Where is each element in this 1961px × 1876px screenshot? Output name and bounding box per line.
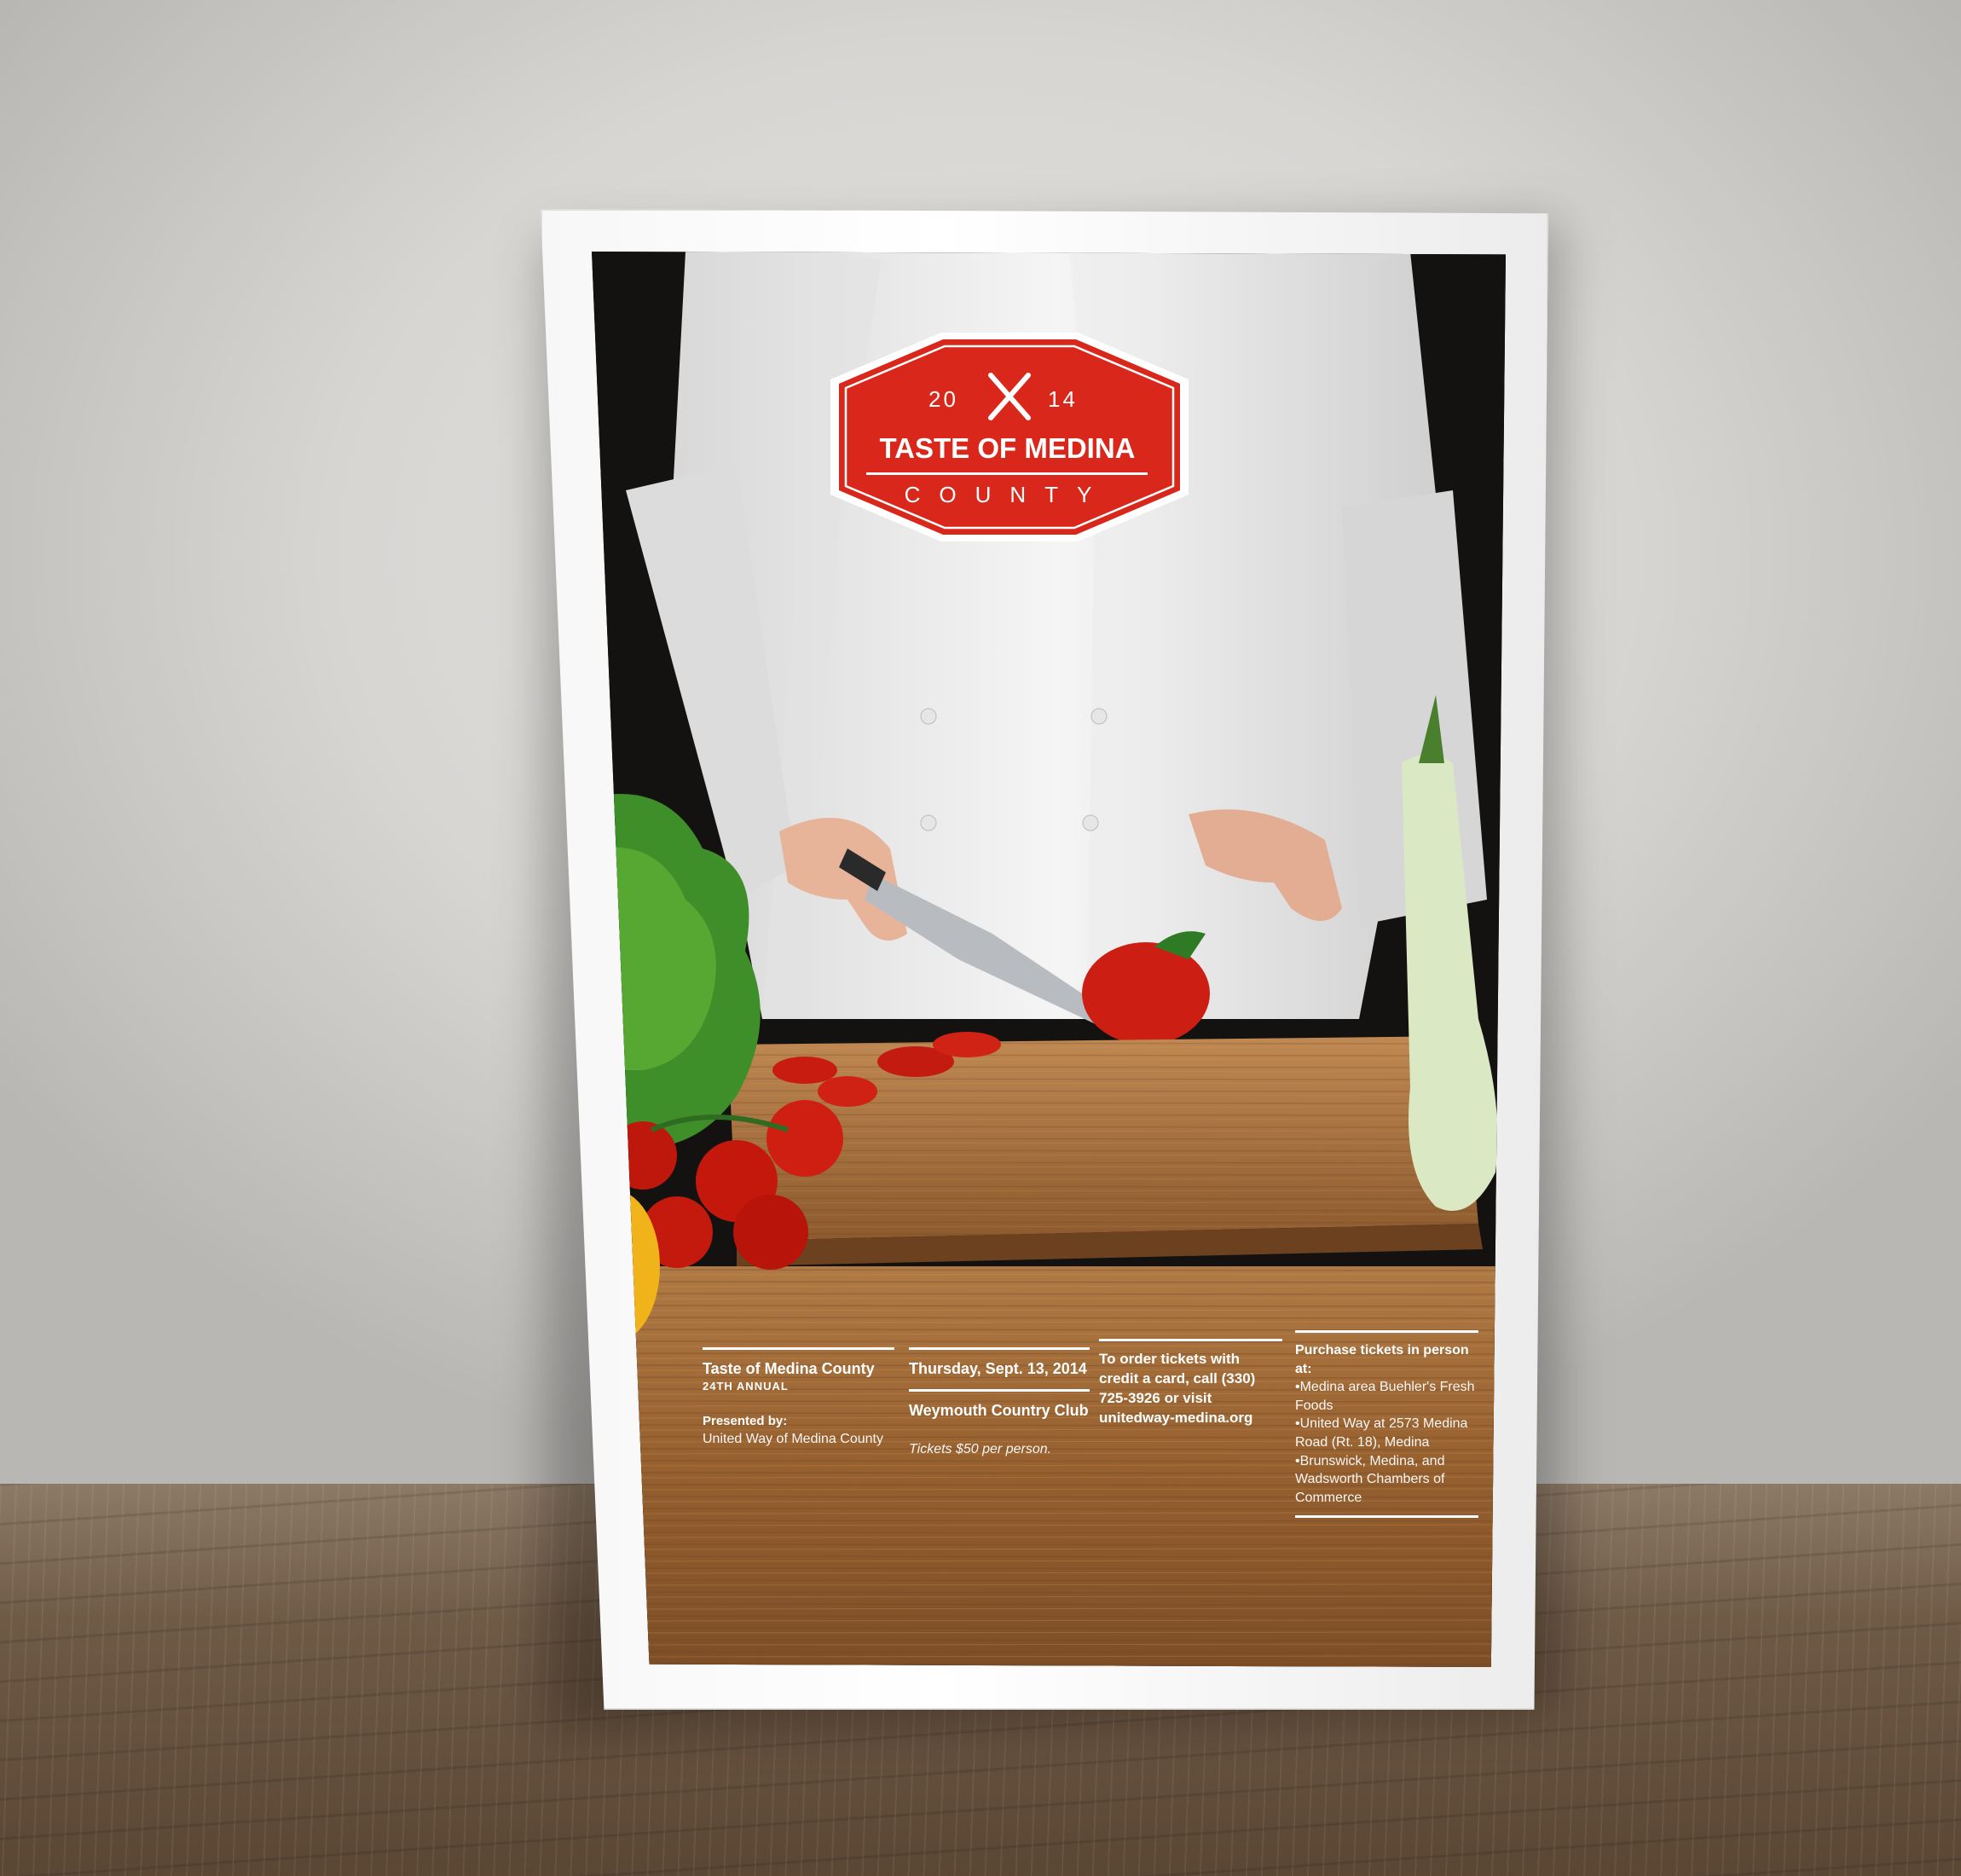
- ticket-price: Tickets $50 per person.: [909, 1441, 1052, 1456]
- presented-by-label: Presented by:: [703, 1413, 788, 1428]
- badge-title: TASTE OF MEDINA: [879, 432, 1136, 464]
- location-item: •Medina area Buehler's Fresh Foods: [1295, 1380, 1475, 1413]
- badge-year-left: 20: [928, 386, 958, 412]
- tomato: [733, 1195, 808, 1270]
- info-column-date: Thursday, Sept. 13, 2014 Weymouth Countr…: [909, 1347, 1090, 1458]
- location-item: •Brunswick, Medina, and Wadsworth Chambe…: [1295, 1453, 1445, 1505]
- badge-subtitle: COUNTY: [904, 482, 1111, 507]
- event-date: Thursday, Sept. 13, 2014: [909, 1360, 1087, 1377]
- poster: 20 14 TASTE OF MEDINA COUNTY Taste of Me…: [592, 252, 1506, 1667]
- tomato: [766, 1100, 843, 1177]
- info-column-event: Taste of Medina County 24TH ANNUAL Prese…: [703, 1347, 894, 1449]
- edition-label: 24TH ANNUAL: [703, 1380, 789, 1393]
- info-column-order: To order tickets with credit a card, cal…: [1099, 1339, 1282, 1428]
- event-name: Taste of Medina County: [703, 1360, 875, 1377]
- red-pepper: [1082, 942, 1210, 1045]
- in-person-heading: Purchase tickets in person at:: [1295, 1343, 1469, 1376]
- event-venue: Weymouth Country Club: [909, 1402, 1089, 1420]
- info-column-in-person: Purchase tickets in person at: •Medina a…: [1295, 1330, 1478, 1526]
- order-instructions: To order tickets with credit a card, cal…: [1099, 1351, 1256, 1426]
- presenter-name: United Way of Medina County: [703, 1432, 883, 1447]
- badge-year-right: 14: [1048, 386, 1078, 412]
- location-item: •United Way at 2573 Medina Road (Rt. 18)…: [1295, 1416, 1468, 1450]
